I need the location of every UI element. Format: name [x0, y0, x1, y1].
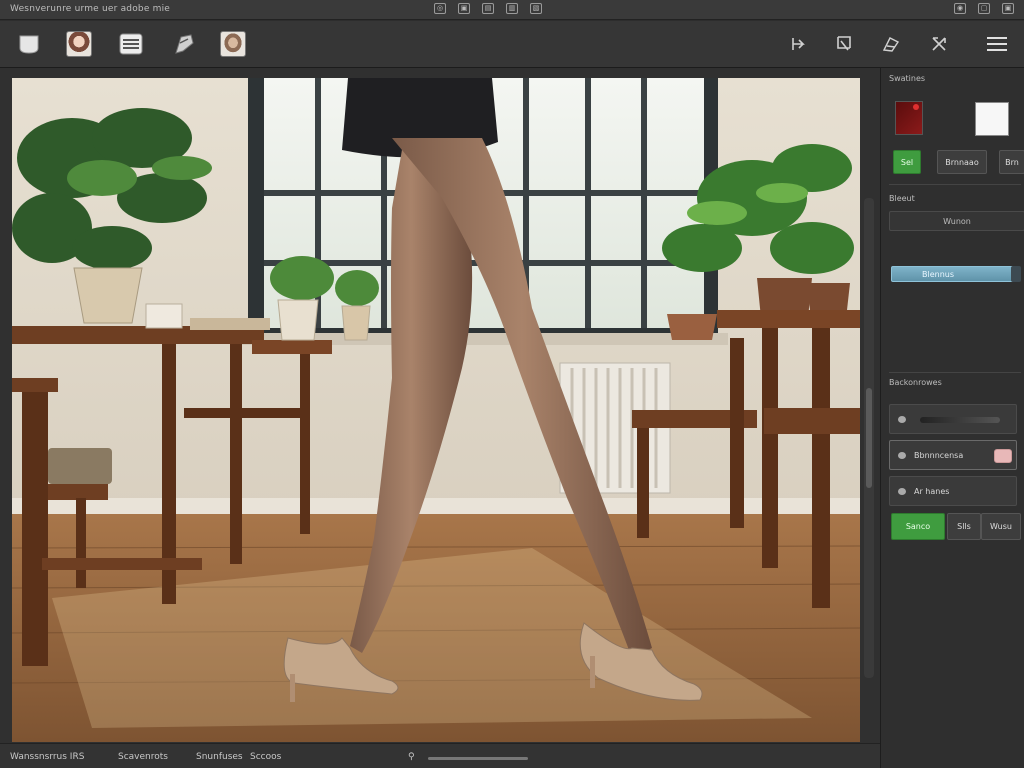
move-tool-icon — [792, 38, 805, 50]
brush-field[interactable]: Wunon — [889, 211, 1024, 231]
move-tool-button[interactable] — [787, 31, 809, 57]
close-window-icon[interactable]: ▣ — [1002, 3, 1014, 14]
main-toolbar — [0, 21, 1024, 68]
title-bar-center-icons: ◎ ▣ ▤ ▥ ▧ — [434, 3, 542, 14]
status-size-info: Scavenrots — [118, 752, 168, 762]
transform-tool-button[interactable] — [928, 31, 950, 57]
swatch-select-button[interactable]: Sel — [893, 150, 921, 174]
foreground-color-swatch[interactable] — [895, 101, 923, 135]
blend-slider[interactable]: Blennus — [891, 266, 1019, 282]
apply-button[interactable]: Sanco — [891, 513, 945, 540]
properties-panel: Swatines Sel Brnnaao Brn Bleeut Wunon Bl… — [880, 68, 1024, 768]
image-icon[interactable]: ▣ — [458, 3, 470, 14]
status-file-info: Wanssnsrrus IRS — [10, 752, 85, 762]
window-title: Wesnverunre urme uer adobe mie — [10, 4, 171, 14]
layer-item[interactable]: Bbnnncensa — [889, 440, 1017, 470]
menu-button[interactable] — [984, 31, 1010, 57]
layer-label: Ar hanes — [914, 487, 950, 496]
portrait-thumbnail-icon — [220, 31, 246, 57]
swatch-palette-button[interactable]: Brnnaao — [937, 150, 987, 174]
adjustments-header: Backonrowes — [889, 378, 942, 387]
layer-item[interactable]: Ar hanes — [889, 476, 1017, 506]
window-controls: ◉ ▢ ▣ — [954, 3, 1014, 14]
swatch-extra-button[interactable]: Brn — [999, 150, 1024, 174]
canvas-area[interactable] — [0, 68, 880, 743]
stack-icon — [119, 33, 143, 55]
layer-thumbnail — [920, 417, 1000, 423]
swatches-header: Swatines — [889, 74, 926, 83]
panel-divider — [889, 372, 1021, 373]
document-photo[interactable] — [12, 78, 860, 742]
photo-image — [12, 78, 860, 742]
gallery-icon[interactable]: ▤ — [482, 3, 494, 14]
color-indicator-icon — [913, 104, 919, 110]
album-icon[interactable]: ▥ — [506, 3, 518, 14]
layer-visibility-icon[interactable] — [898, 416, 906, 423]
vertical-scrollbar[interactable] — [864, 198, 874, 678]
screenshot-icon[interactable]: ◉ — [954, 3, 966, 14]
title-bar: Wesnverunre urme uer adobe mie ◎ ▣ ▤ ▥ ▧… — [0, 0, 1024, 20]
crop-tool-button[interactable] — [833, 31, 855, 57]
photo-thumbnail-button[interactable] — [66, 31, 92, 57]
status-bar: Wanssnsrrus IRS Scavenrots Snunfuses Scc… — [0, 743, 880, 768]
brush-stroke-icon — [175, 34, 194, 54]
blend-slider-handle[interactable] — [1011, 266, 1021, 282]
secondary-button-2[interactable]: Wusu — [981, 513, 1021, 540]
layer-label: Bbnnncensa — [914, 451, 964, 460]
new-layer-icon — [19, 35, 39, 54]
menu-icon — [987, 37, 1007, 51]
background-color-swatch[interactable] — [975, 102, 1009, 136]
new-layer-button[interactable] — [16, 31, 42, 57]
layer-visibility-icon[interactable] — [898, 488, 906, 495]
layer-item[interactable] — [889, 404, 1017, 434]
picture-icon[interactable]: ▧ — [530, 3, 542, 14]
crop-tool-icon — [837, 36, 851, 51]
layer-mask-thumbnail — [994, 449, 1012, 463]
restore-icon[interactable]: ▢ — [978, 3, 990, 14]
brush-header: Bleeut — [889, 194, 915, 203]
brush-stroke-button[interactable] — [171, 31, 197, 57]
status-zoom-info: Snunfuses — [196, 752, 243, 762]
draw-tool-button[interactable] — [880, 31, 902, 57]
scrollbar-thumb[interactable] — [866, 388, 872, 488]
secondary-button-1[interactable]: Slls — [947, 513, 981, 540]
stack-button[interactable] — [118, 31, 144, 57]
layer-visibility-icon[interactable] — [898, 452, 906, 459]
zoom-icon[interactable]: ⚲ — [408, 752, 415, 762]
panel-divider — [889, 184, 1021, 185]
portrait-thumbnail-button[interactable] — [220, 31, 246, 57]
draw-tool-icon — [882, 37, 900, 52]
status-view-info: Sccoos — [250, 752, 282, 762]
transform-tool-icon — [932, 37, 946, 51]
camera-icon[interactable]: ◎ — [434, 3, 446, 14]
zoom-slider[interactable] — [428, 757, 528, 760]
photo-thumbnail-icon — [66, 31, 92, 57]
photo-editor-window: Wesnverunre urme uer adobe mie ◎ ▣ ▤ ▥ ▧… — [0, 0, 1024, 768]
